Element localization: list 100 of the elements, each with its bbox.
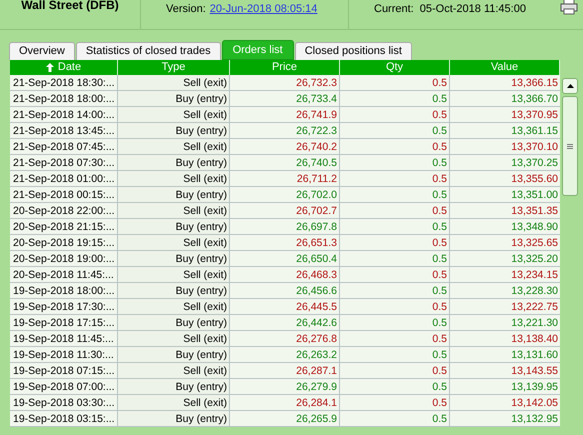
version-label: Version:: [166, 2, 206, 16]
table-cell-text: 13,351.35: [510, 204, 559, 218]
table-cell-text: 13,325.65: [510, 236, 559, 250]
version-link[interactable]: 20-Jun-2018 08:05:14: [210, 0, 318, 17]
table-cell-text: 13,228.30: [510, 284, 559, 298]
table-cell: Buy (entry): [118, 123, 230, 138]
table-cell: Buy (entry): [118, 219, 230, 234]
table-cell: 0.5: [340, 363, 450, 378]
table-cell-text: 13,370.10: [510, 140, 559, 154]
table-cell: 0.5: [340, 395, 450, 410]
table-cell: 0.5: [340, 187, 450, 202]
table-cell: Buy (entry): [118, 411, 230, 426]
table-cell: Buy (entry): [118, 379, 230, 394]
table-cell: 0.5: [340, 267, 450, 282]
table-cell: 26,468.3: [230, 267, 340, 282]
table-cell: 0.5: [340, 299, 450, 314]
table-cell: Sell (exit): [118, 107, 230, 122]
current-label: Current:: [374, 2, 414, 16]
table-cell: 26,740.5: [230, 155, 340, 170]
table-cell-text: 13,131.60: [510, 348, 559, 362]
table-cell-text: 13,348.90: [510, 220, 559, 234]
table-cell: Buy (entry): [118, 187, 230, 202]
table-cell: 26,741.9: [230, 107, 340, 122]
table-cell: 0.5: [340, 235, 450, 250]
tab[interactable]: Closed positions list: [294, 42, 412, 60]
table-cell: 0.5: [340, 155, 450, 170]
table-cell: 0.5: [340, 411, 450, 426]
table-cell-text: 13,222.75: [510, 300, 559, 314]
table-cell: 0.5: [340, 347, 450, 362]
table-cell: 26,442.6: [230, 315, 340, 330]
sort-up-arrow-icon: [46, 63, 54, 72]
table-cell: 26,287.1: [230, 363, 340, 378]
table-cell: 0.5: [340, 251, 450, 266]
table-cell: Sell (exit): [118, 267, 230, 282]
table-cell: 26,732.3: [230, 75, 340, 90]
table-cell: 26,740.2: [230, 139, 340, 154]
table-cell: 0.5: [340, 171, 450, 186]
table-cell-text: 13,351.00: [510, 188, 559, 202]
table-cell-text: 13,143.55: [510, 364, 559, 378]
table-cell: Sell (exit): [118, 235, 230, 250]
up-triangle-icon: [566, 84, 574, 88]
table-cell: Sell (exit): [118, 331, 230, 346]
table-cell-text: 13,325.20: [510, 252, 559, 266]
table-cell: Sell (exit): [118, 299, 230, 314]
table-cell: 0.5: [340, 123, 450, 138]
table-cell: 0.5: [340, 379, 450, 394]
table-cell-text: 13,366.70: [510, 92, 559, 106]
table-cell: 26,650.4: [230, 251, 340, 266]
table-cell: 26,265.9: [230, 411, 340, 426]
table-cell: 26,722.3: [230, 123, 340, 138]
table-cell-text: 13,361.15: [510, 124, 559, 138]
table-cell: 26,279.9: [230, 379, 340, 394]
table-cell-text: 13,366.15: [510, 76, 559, 90]
table-cell: Buy (entry): [118, 91, 230, 106]
table-cell-text: 13,221.30: [510, 316, 559, 330]
table-cell: 0.5: [340, 315, 450, 330]
table-cell: 0.5: [340, 139, 450, 154]
table-cell: 26,456.6: [230, 283, 340, 298]
table-cell: 26,702.7: [230, 203, 340, 218]
table-cell-text: 13,370.25: [510, 156, 559, 170]
table-cell: Buy (entry): [118, 315, 230, 330]
table-cell-text: 13,138.40: [510, 332, 559, 346]
table-cell-text: 13,142.05: [510, 396, 559, 410]
table-cell: 0.5: [340, 283, 450, 298]
table-cell: Sell (exit): [118, 363, 230, 378]
tab[interactable]: Orders list: [222, 40, 294, 60]
table-cell: Sell (exit): [118, 395, 230, 410]
table-cell: 26,276.8: [230, 331, 340, 346]
table-cell: Sell (exit): [118, 139, 230, 154]
table-cell: 26,711.2: [230, 171, 340, 186]
tab[interactable]: Statistics of closed trades: [76, 42, 221, 60]
table-cell: 26,733.4: [230, 91, 340, 106]
table-cell: 26,263.2: [230, 347, 340, 362]
table-cell: 26,697.8: [230, 219, 340, 234]
table-cell-text: 13,234.15: [510, 268, 559, 282]
printer-icon[interactable]: [560, 0, 578, 15]
table-cell-text: 13,132.95: [510, 412, 559, 426]
table-cell: Sell (exit): [118, 203, 230, 218]
scroll-thumb[interactable]: [562, 96, 578, 196]
table-cell: 26,702.0: [230, 187, 340, 202]
table-cell-text: 13,355.60: [510, 172, 559, 186]
table-cell: Sell (exit): [118, 75, 230, 90]
table-cell: 0.5: [340, 219, 450, 234]
table-cell-text: 13,370.95: [510, 108, 559, 122]
table-cell: 26,284.1: [230, 395, 340, 410]
table-cell: Buy (entry): [118, 155, 230, 170]
table-cell: Buy (entry): [118, 347, 230, 362]
scroll-up-button[interactable]: [562, 78, 578, 94]
table-cell: 26,445.5: [230, 299, 340, 314]
tab[interactable]: Overview: [9, 42, 75, 60]
instrument-title: Wall Street (DFB): [21, 0, 119, 12]
table-cell: Buy (entry): [118, 251, 230, 266]
table-cell: Buy (entry): [118, 283, 230, 298]
grip-icon: [567, 144, 573, 148]
table-cell: 26,651.3: [230, 235, 340, 250]
table-cell: 0.5: [340, 331, 450, 346]
table-cell: 0.5: [340, 107, 450, 122]
table-cell-text: 13,139.95: [510, 380, 559, 394]
current-value: 05-Oct-2018 11:45:00: [420, 2, 526, 16]
table-cell: 0.5: [340, 203, 450, 218]
